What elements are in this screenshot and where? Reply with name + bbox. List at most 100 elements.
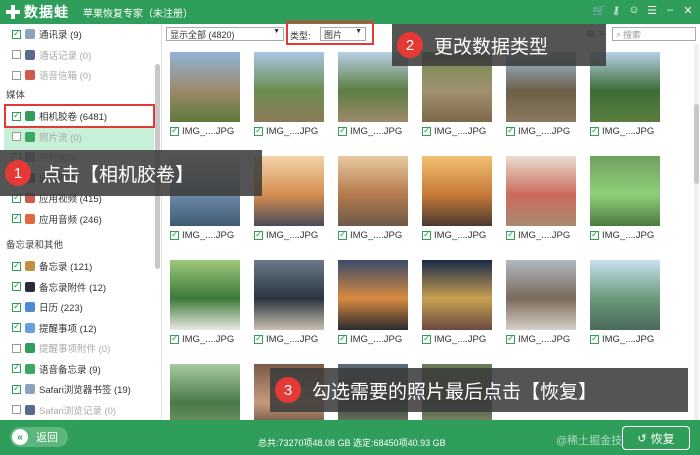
photo-thumbnail[interactable] bbox=[590, 260, 660, 330]
cart-icon[interactable]: 🛒 bbox=[592, 4, 606, 17]
photo-checkbox[interactable] bbox=[338, 333, 347, 344]
photo-checkbox[interactable] bbox=[422, 229, 431, 240]
photo-checkbox[interactable] bbox=[590, 229, 599, 240]
photo-thumbnail[interactable] bbox=[338, 156, 408, 226]
photo-caption[interactable]: IMG_....JPG bbox=[338, 229, 402, 241]
checkbox[interactable] bbox=[12, 405, 21, 414]
photo-checkbox[interactable] bbox=[506, 333, 515, 344]
photo-checkbox[interactable] bbox=[170, 229, 179, 240]
minimize-icon[interactable]: – bbox=[664, 4, 676, 17]
callout-step2-text: 更改数据类型 bbox=[434, 36, 549, 58]
sidebar-item[interactable]: 应用音频 (246) bbox=[12, 211, 102, 227]
callout-step1: 1 点击【相机胶卷】 bbox=[0, 150, 262, 196]
sidebar-item[interactable]: Safari浏览记录 (0) bbox=[12, 402, 116, 418]
photo-caption[interactable]: IMG_....JPG bbox=[506, 229, 571, 241]
photo-thumbnail[interactable] bbox=[254, 156, 324, 226]
callout-step3: 3 勾选需要的照片最后点击【恢复】 bbox=[270, 368, 688, 412]
photo-thumbnail[interactable] bbox=[338, 260, 408, 330]
photo-checkbox[interactable] bbox=[254, 333, 263, 344]
chat-icon[interactable]: ☺ bbox=[628, 4, 640, 17]
sidebar-item[interactable]: 通话记录 (0) bbox=[12, 47, 91, 63]
photo-checkbox[interactable] bbox=[590, 333, 599, 344]
photo-checkbox[interactable] bbox=[254, 229, 263, 240]
photo-thumbnail[interactable] bbox=[170, 260, 240, 330]
photo-caption[interactable]: IMG_....JPG bbox=[590, 333, 655, 345]
sidebar-item[interactable]: 语音信箱 (0) bbox=[12, 67, 91, 83]
sidebar-item[interactable]: 备忘录 (121) bbox=[12, 258, 92, 274]
photo-checkbox[interactable] bbox=[590, 125, 599, 136]
photo-checkbox[interactable] bbox=[170, 333, 179, 344]
photo-checkbox[interactable] bbox=[170, 125, 179, 136]
sidebar-item[interactable]: 通讯录 (9) bbox=[12, 26, 82, 42]
photo-thumbnail[interactable] bbox=[422, 156, 492, 226]
photo-thumbnail[interactable] bbox=[506, 260, 576, 330]
sidebar-item[interactable]: 日历 (223) bbox=[12, 299, 83, 315]
checkbox[interactable] bbox=[12, 321, 21, 332]
sidebar-item-label: Safari浏览器书签 (19) bbox=[39, 385, 131, 396]
photo-caption[interactable]: IMG_....JPG bbox=[422, 125, 486, 137]
photo-checkbox[interactable] bbox=[338, 229, 347, 240]
recover-button-label: 恢复 bbox=[650, 431, 675, 446]
photo-filename: IMG_....JPG bbox=[434, 230, 487, 241]
sidebar-item[interactable]: Safari浏览器书签 (19) bbox=[12, 381, 131, 397]
photo-filename: IMG_....JPG bbox=[602, 334, 655, 345]
photo-checkbox[interactable] bbox=[422, 125, 431, 136]
photo-caption[interactable]: IMG_....JPG bbox=[338, 125, 402, 137]
photo-caption[interactable]: IMG_....JPG bbox=[170, 333, 234, 345]
grid-scrollbar[interactable] bbox=[694, 44, 699, 420]
photo-thumbnail[interactable] bbox=[170, 364, 240, 420]
menu-icon[interactable]: ☰ bbox=[646, 4, 658, 17]
key-icon[interactable]: ⚷ bbox=[610, 4, 622, 17]
photo-caption[interactable]: IMG_....JPG bbox=[422, 229, 487, 241]
sidebar-item[interactable]: 提醒事项附件 (0) bbox=[12, 340, 110, 356]
photo-caption[interactable]: IMG_....JPG bbox=[254, 229, 318, 241]
photo-caption[interactable]: IMG_....JPG bbox=[338, 333, 402, 345]
photo-thumbnail[interactable] bbox=[422, 260, 492, 330]
checkbox[interactable] bbox=[12, 301, 21, 312]
photo-caption[interactable]: IMG_....JPG bbox=[170, 229, 234, 241]
photo-thumbnail[interactable] bbox=[506, 156, 576, 226]
photo-caption[interactable]: IMG_....JPG bbox=[590, 125, 654, 137]
photo-checkbox[interactable] bbox=[506, 229, 515, 240]
sidebar-item[interactable]: 照片流 (0) bbox=[12, 129, 82, 145]
photo-thumbnail[interactable] bbox=[170, 52, 240, 122]
photo-checkbox[interactable] bbox=[338, 125, 347, 136]
photo-filename: IMG_....JPG bbox=[518, 230, 571, 241]
checkbox[interactable] bbox=[12, 28, 21, 39]
photo-thumbnail[interactable] bbox=[590, 156, 660, 226]
photo-checkbox[interactable] bbox=[254, 125, 263, 136]
sidebar-item[interactable]: 语音备忘录 (9) bbox=[12, 361, 101, 377]
filter-select[interactable]: 显示全部 (4820) ▼ bbox=[166, 27, 284, 41]
checkbox[interactable] bbox=[12, 260, 21, 271]
checkbox[interactable] bbox=[12, 212, 21, 223]
photo-caption[interactable]: IMG_....JPG bbox=[506, 333, 570, 345]
grid-scrollbar-thumb[interactable] bbox=[694, 104, 699, 184]
photo-caption[interactable]: IMG_....JPG bbox=[506, 125, 570, 137]
checkbox[interactable] bbox=[12, 343, 21, 353]
checkbox[interactable] bbox=[12, 383, 21, 394]
checkbox[interactable] bbox=[12, 280, 21, 291]
photo-thumbnail[interactable] bbox=[254, 260, 324, 330]
photo-caption[interactable]: IMG_....JPG bbox=[422, 333, 487, 345]
checkbox[interactable] bbox=[12, 132, 21, 141]
sidebar-item[interactable]: 提醒事项 (12) bbox=[12, 320, 97, 336]
recover-button[interactable]: ↺ 恢复 bbox=[622, 426, 690, 450]
photo-filename: IMG_....JPG bbox=[434, 334, 487, 345]
sidebar-item-label: 应用音频 (246) bbox=[39, 214, 102, 226]
sidebar-item[interactable]: 备忘录附件 (12) bbox=[12, 279, 106, 295]
photo-thumbnail[interactable] bbox=[254, 52, 324, 122]
sidebar-item-label: 通讯录 (9) bbox=[39, 30, 82, 41]
back-button[interactable]: « 返回 bbox=[10, 427, 68, 447]
photo-caption[interactable]: IMG_....JPG bbox=[254, 333, 318, 345]
photo-caption[interactable]: IMG_....JPG bbox=[590, 229, 654, 241]
checkbox[interactable] bbox=[12, 50, 21, 59]
photo-filename: IMG_....JPG bbox=[182, 126, 235, 137]
photo-caption[interactable]: IMG_....JPG bbox=[170, 125, 235, 137]
checkbox[interactable] bbox=[12, 70, 21, 80]
photo-caption[interactable]: IMG_....JPG bbox=[254, 125, 318, 137]
photo-checkbox[interactable] bbox=[422, 333, 431, 344]
checkbox[interactable] bbox=[12, 362, 21, 373]
close-icon[interactable]: ✕ bbox=[682, 4, 694, 17]
search-input[interactable]: ⌕ 搜索 bbox=[612, 27, 696, 41]
photo-checkbox[interactable] bbox=[506, 125, 515, 136]
